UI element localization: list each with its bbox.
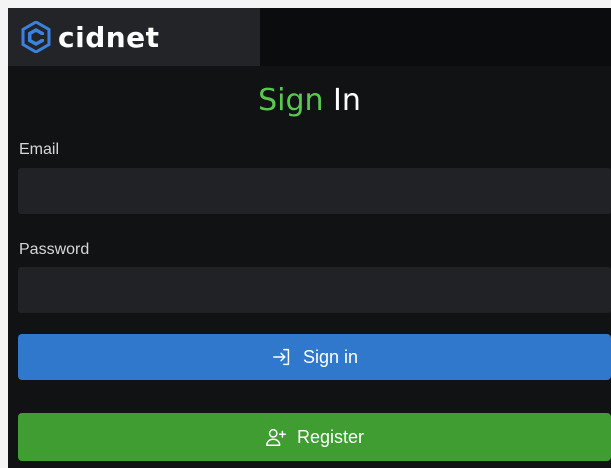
password-label: Password: [19, 241, 90, 258]
email-label: Email: [19, 141, 60, 158]
sign-in-button[interactable]: Sign in: [18, 334, 611, 380]
sign-in-label: Sign in: [302, 346, 359, 367]
login-window: cidnet Sign In Email Password Sign in Re…: [8, 8, 611, 468]
title-sign: Sign: [258, 83, 324, 118]
cidnet-logo-icon: [21, 21, 51, 53]
sign-in-icon: [272, 348, 290, 366]
top-bar: cidnet: [8, 8, 611, 66]
brand-header[interactable]: cidnet: [8, 8, 260, 66]
page-title: Sign In: [8, 80, 611, 122]
brand-name: cidnet: [58, 20, 160, 54]
title-in: In: [333, 83, 361, 118]
register-button[interactable]: Register: [18, 413, 611, 461]
password-field[interactable]: [18, 267, 611, 313]
user-plus-icon: [266, 428, 286, 446]
register-label: Register: [296, 426, 365, 447]
email-field[interactable]: [18, 168, 611, 214]
